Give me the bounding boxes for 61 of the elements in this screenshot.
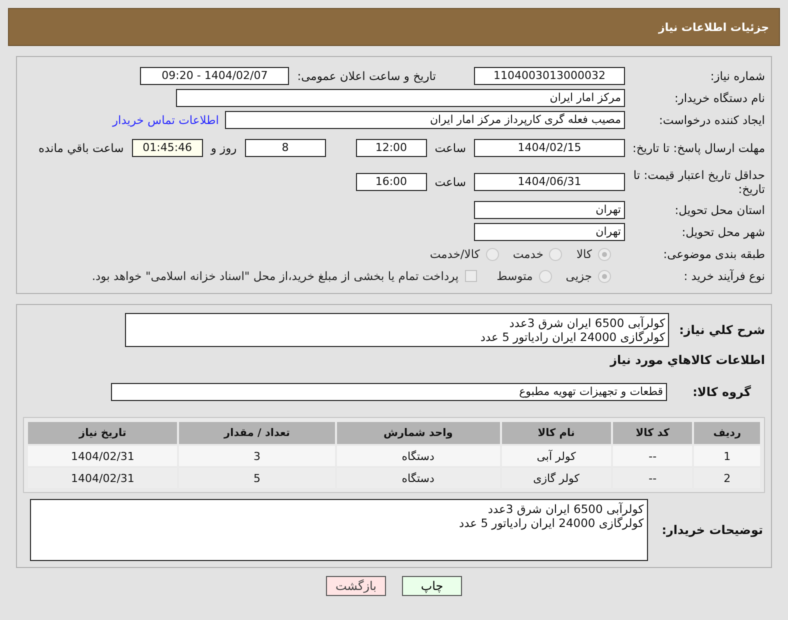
field-label: شهر محل تحویل: — [680, 225, 765, 239]
radio-button[interactable] — [486, 248, 499, 260]
table-cell: 3 — [179, 446, 335, 466]
checkbox-label: پرداخت تمام یا بخشی از مبلغ خرید،از محل "اسناد خزانه اسلامی" خواهد بود. — [92, 269, 459, 283]
print-button[interactable]: چاپ — [402, 576, 462, 596]
column-header: واحد شمارش — [336, 422, 500, 444]
field-label: مهلت ارسال پاسخ: تا تاریخ: — [631, 141, 765, 155]
radio-button[interactable] — [549, 248, 562, 260]
back-button[interactable]: بازگشت — [326, 576, 386, 596]
text-field[interactable]: 1404/06/31 — [474, 173, 625, 191]
field-label: استان محل تحویل: — [674, 203, 765, 217]
option-label: کالا — [576, 247, 592, 261]
table-cell: کولر آبی — [502, 446, 611, 466]
text-field[interactable]: 12:00 — [356, 139, 427, 157]
time-label: ساعت — [434, 141, 466, 155]
days-label: روز و — [210, 141, 237, 155]
buyer-contact-link[interactable]: اطلاعات تماس خریدار — [112, 113, 219, 127]
table-cell: دستگاه — [336, 446, 500, 466]
column-header: تعداد / مقدار — [179, 422, 335, 444]
text-field[interactable]: 16:00 — [356, 173, 427, 191]
column-header: کد کالا — [612, 422, 692, 444]
text-field[interactable]: 1404/02/15 — [474, 139, 625, 157]
checkbox[interactable] — [464, 270, 477, 282]
option-label: کالا/خدمت — [430, 247, 480, 261]
field-label: توضیحات خریدار: — [662, 523, 763, 537]
field-label: نام دستگاه خریدار: — [673, 91, 765, 105]
text-field[interactable]: تهران — [474, 223, 625, 241]
field-label: تاریخ و ساعت اعلان عمومی: — [297, 69, 436, 83]
time-label: ساعت — [434, 175, 466, 189]
option-label: خدمت — [512, 247, 544, 261]
page-title: جزئیات اطلاعات نیاز — [658, 20, 769, 34]
section-heading: اطلاعات كالاهاي مورد نياز — [608, 353, 765, 367]
countdown-field[interactable]: 01:45:46 — [132, 139, 203, 157]
field-label: ایجاد کننده درخواست: — [658, 113, 765, 127]
table-cell: 1404/02/31 — [28, 446, 178, 466]
text-field[interactable]: 8 — [244, 139, 326, 157]
table-cell: 1 — [694, 446, 760, 466]
notes-textarea[interactable]: کولرآبی 6500 ایران شرق 3عدد کولرگازی 24000 ایران رادیاتور 5 عدد — [30, 499, 648, 561]
radio-button[interactable] — [598, 248, 611, 260]
field-label: شرح كلي نياز: — [679, 323, 765, 337]
text-field[interactable]: تهران — [474, 201, 625, 219]
text-field[interactable]: مصیب فعله گری کارپرداز مرکز امار ایران — [225, 111, 625, 129]
column-header: تاریخ نیاز — [28, 422, 178, 444]
radio-button[interactable] — [538, 270, 552, 282]
field-label: گروه کالا: — [692, 385, 751, 399]
text-field[interactable]: 1104003013000032 — [474, 67, 625, 85]
field-label: شماره نیاز: — [709, 69, 765, 83]
table-cell: -- — [612, 446, 692, 466]
option-label: جزیی — [566, 269, 592, 283]
text-field[interactable]: 1404/02/07 - 09:20 — [140, 67, 290, 85]
column-header: نام کالا — [502, 422, 611, 444]
field-label: طبقه بندی موضوعی: — [662, 247, 765, 261]
field-label: نوع فرآیند خرید : — [682, 269, 765, 283]
option-label: متوسط — [496, 269, 533, 283]
description-textarea[interactable]: کولرآبی 6500 ایران شرق 3عدد کولرگازی 24000 ایران رادیاتور 5 عدد — [125, 313, 670, 347]
field-label: حداقل تاریخ اعتبار قیمت: تا تاریخ: — [632, 168, 765, 196]
radio-button[interactable] — [598, 270, 611, 282]
column-header: ردیف — [694, 422, 760, 444]
text-field[interactable]: مرکز امار ایران — [176, 89, 625, 107]
remaining-label: ساعت باقي مانده — [38, 141, 124, 155]
text-field[interactable]: قطعات و تجهیزات تهویه مطبوع — [111, 383, 667, 401]
